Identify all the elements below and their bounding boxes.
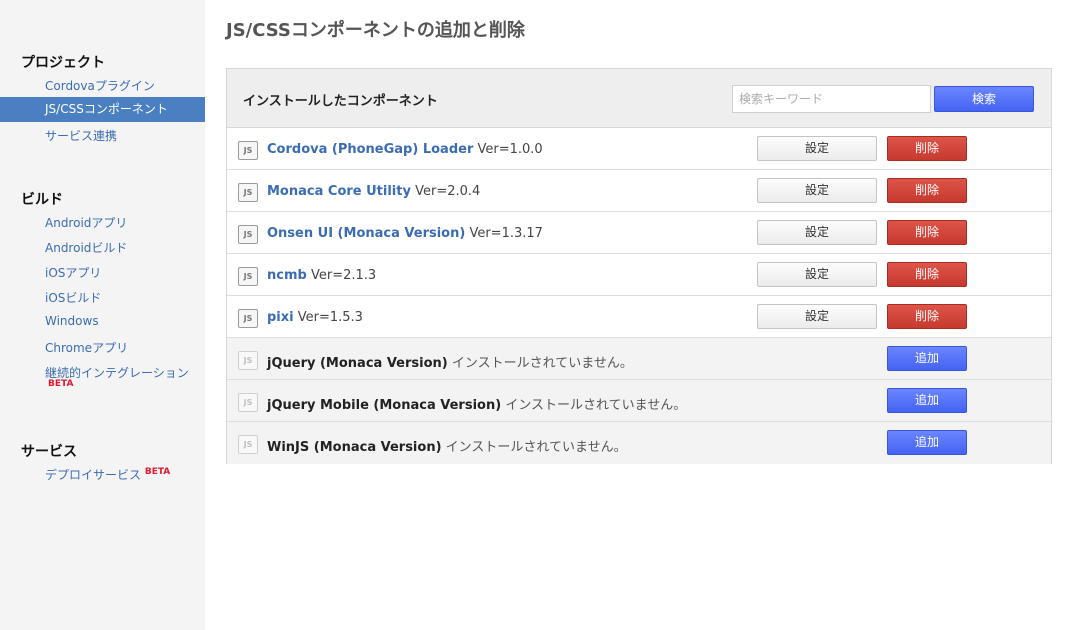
installed-component-row: JS pixi Ver=1.5.3 設定 削除 — [227, 296, 1051, 338]
component-version: Ver=1.5.3 — [297, 310, 363, 325]
component-info: Monaca Core Utility Ver=2.0.4 — [267, 184, 480, 199]
panel-title: インストールしたコンポーネント — [243, 94, 438, 109]
js-component-icon: JS — [238, 225, 258, 244]
installed-component-row: JS Monaca Core Utility Ver=2.0.4 設定 削除 — [227, 170, 1051, 212]
delete-button[interactable]: 削除 — [887, 178, 967, 203]
js-component-icon: JS — [238, 393, 258, 412]
settings-button[interactable]: 設定 — [757, 220, 877, 245]
component-name: jQuery (Monaca Version) — [267, 356, 448, 371]
add-button[interactable]: 追加 — [887, 430, 967, 455]
sidebar: プロジェクト Cordovaプラグイン JS/CSSコンポーネント サービス連携… — [0, 0, 205, 630]
component-info: jQuery Mobile (Monaca Version) インストールされて… — [267, 394, 686, 413]
panel-header: インストールしたコンポーネント 検索 — [227, 69, 1051, 128]
component-name-link[interactable]: Onsen UI (Monaca Version) — [267, 226, 465, 241]
sidebar-item-js-css-components[interactable]: JS/CSSコンポーネント — [0, 97, 205, 122]
component-info: Onsen UI (Monaca Version) Ver=1.3.17 — [267, 226, 543, 241]
component-version: Ver=1.3.17 — [469, 226, 543, 241]
js-component-icon: JS — [238, 141, 258, 160]
sidebar-item-deploy-service[interactable]: デプロイサービス BETA — [45, 466, 170, 483]
delete-button[interactable]: 削除 — [887, 304, 967, 329]
installed-component-row: JS ncmb Ver=2.1.3 設定 削除 — [227, 254, 1051, 296]
component-name-link[interactable]: Monaca Core Utility — [267, 184, 411, 199]
component-info: jQuery (Monaca Version) インストールされていません。 — [267, 352, 633, 371]
sidebar-item-service-integration[interactable]: サービス連携 — [45, 127, 117, 144]
js-component-icon: JS — [238, 309, 258, 328]
settings-button[interactable]: 設定 — [757, 136, 877, 161]
delete-button[interactable]: 削除 — [887, 220, 967, 245]
component-info: pixi Ver=1.5.3 — [267, 310, 363, 325]
beta-badge: BETA — [144, 467, 171, 477]
search-input[interactable] — [732, 85, 931, 113]
page-title: JS/CSSコンポーネントの追加と削除 — [226, 20, 525, 41]
component-name-link[interactable]: Cordova (PhoneGap) Loader — [267, 142, 473, 157]
component-info: Cordova (PhoneGap) Loader Ver=1.0.0 — [267, 142, 543, 157]
beta-badge: BETA — [48, 379, 74, 389]
sidebar-item-chrome-app[interactable]: Chromeアプリ — [45, 339, 128, 356]
component-status: インストールされていません。 — [445, 440, 627, 455]
delete-button[interactable]: 削除 — [887, 136, 967, 161]
component-status: インストールされていません。 — [505, 398, 687, 413]
component-info: WinJS (Monaca Version) インストールされていません。 — [267, 436, 627, 455]
add-button[interactable]: 追加 — [887, 346, 967, 371]
add-button[interactable]: 追加 — [887, 388, 967, 413]
component-version: Ver=1.0.0 — [477, 142, 543, 157]
search-button[interactable]: 検索 — [934, 86, 1034, 112]
component-version: Ver=2.1.3 — [310, 268, 377, 283]
available-component-row: JS WinJS (Monaca Version) インストールされていません。… — [227, 422, 1051, 464]
components-panel: インストールしたコンポーネント 検索 JS Cordova (PhoneGap)… — [226, 68, 1052, 464]
sidebar-item-cordova-plugins[interactable]: Cordovaプラグイン — [45, 77, 155, 94]
available-component-row: JS jQuery (Monaca Version) インストールされていません… — [227, 338, 1051, 380]
installed-component-row: JS Onsen UI (Monaca Version) Ver=1.3.17 … — [227, 212, 1051, 254]
component-info: ncmb Ver=2.1.3 — [267, 268, 376, 283]
js-component-icon: JS — [238, 435, 258, 454]
sidebar-heading-build: ビルド — [21, 192, 63, 208]
sidebar-item-windows[interactable]: Windows — [45, 314, 99, 328]
available-component-row: JS jQuery Mobile (Monaca Version) インストール… — [227, 380, 1051, 422]
component-name: jQuery Mobile (Monaca Version) — [267, 398, 502, 413]
settings-button[interactable]: 設定 — [757, 262, 877, 287]
component-name: WinJS (Monaca Version) — [267, 440, 442, 455]
sidebar-item-android-app[interactable]: Androidアプリ — [45, 214, 127, 231]
js-component-icon: JS — [238, 267, 258, 286]
component-name-link[interactable]: ncmb — [267, 268, 307, 283]
settings-button[interactable]: 設定 — [757, 304, 877, 329]
installed-component-row: JS Cordova (PhoneGap) Loader Ver=1.0.0 設… — [227, 128, 1051, 170]
sidebar-item-android-build[interactable]: Androidビルド — [45, 239, 127, 256]
sidebar-heading-project: プロジェクト — [21, 55, 105, 71]
settings-button[interactable]: 設定 — [757, 178, 877, 203]
delete-button[interactable]: 削除 — [887, 262, 967, 287]
js-component-icon: JS — [238, 351, 258, 370]
js-component-icon: JS — [238, 183, 258, 202]
sidebar-heading-services: サービス — [21, 444, 77, 460]
component-name-link[interactable]: pixi — [267, 310, 294, 325]
component-version: Ver=2.0.4 — [415, 184, 481, 199]
sidebar-item-ios-app[interactable]: iOSアプリ — [45, 264, 101, 281]
component-status: インストールされていません。 — [451, 356, 633, 371]
sidebar-item-ios-build[interactable]: iOSビルド — [45, 289, 101, 306]
sidebar-item-label: デプロイサービス — [45, 468, 142, 482]
